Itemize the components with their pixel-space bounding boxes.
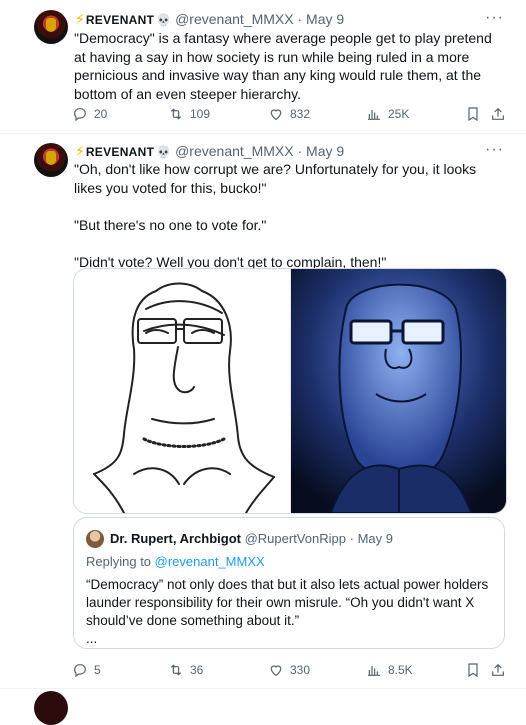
reply-count: 5 <box>94 663 101 677</box>
display-name[interactable]: REVENANT <box>86 145 154 159</box>
views-icon <box>368 666 380 676</box>
reply-button[interactable]: 20 <box>72 106 107 122</box>
like-icon <box>270 109 282 121</box>
tweet-text: "Democracy" is a fantasy where average p… <box>74 30 496 102</box>
avatar[interactable] <box>86 530 104 548</box>
tweet[interactable]: ⚡REVENANT 💀 @revenant_MMXX · May 9 ··· "D… <box>0 0 526 133</box>
views-icon <box>368 110 380 120</box>
quoted-tweet[interactable]: Dr. Rupert, Archbigot @RupertVonRipp · M… <box>73 517 505 649</box>
bookmark-icon <box>468 107 478 122</box>
tweet-date[interactable]: May 9 <box>358 531 393 546</box>
display-name[interactable]: Dr. Rupert, Archbigot <box>110 531 241 546</box>
divider <box>0 688 526 689</box>
like-button[interactable]: 832 <box>268 106 310 122</box>
replying-to: Replying to @revenant_MMXX <box>86 554 265 569</box>
like-icon <box>270 665 282 677</box>
like-count: 330 <box>290 663 311 677</box>
repost-count: 36 <box>190 663 204 677</box>
reply-icon <box>74 664 86 678</box>
bookmark-button[interactable] <box>465 106 481 122</box>
tweet-date[interactable]: May 9 <box>306 143 344 159</box>
handle[interactable]: @RupertVonRipp <box>245 531 346 546</box>
tweet-text: "Oh, don't like how corrupt we are? Unfo… <box>74 161 477 270</box>
action-bar: 20 109 832 25K <box>72 106 512 126</box>
avatar[interactable] <box>34 143 68 177</box>
skull-icon: 💀 <box>156 13 172 27</box>
lightning-icon: ⚡ <box>75 143 85 159</box>
quoted-tweet-header: Dr. Rupert, Archbigot @RupertVonRipp · M… <box>110 531 393 546</box>
reply-button[interactable]: 5 <box>72 662 101 678</box>
skull-icon: 💀 <box>156 145 172 159</box>
repost-button[interactable]: 109 <box>168 106 210 122</box>
repost-count: 109 <box>190 107 211 121</box>
repost-icon <box>170 664 182 676</box>
more-icon[interactable]: ··· <box>485 141 504 159</box>
bookmark-icon <box>468 663 478 678</box>
tweet-date[interactable]: May 9 <box>306 11 344 27</box>
like-count: 832 <box>290 107 311 121</box>
views-button[interactable]: 25K <box>366 106 409 122</box>
reply-icon <box>74 108 86 122</box>
lightning-icon: ⚡ <box>75 11 85 27</box>
views-count: 8.5K <box>388 663 413 677</box>
more-icon[interactable]: ··· <box>485 9 504 27</box>
views-count: 25K <box>388 107 410 121</box>
share-icon <box>492 663 504 676</box>
replying-to-link[interactable]: @revenant_MMXX <box>155 554 265 569</box>
bookmark-button[interactable] <box>465 662 481 678</box>
share-button[interactable] <box>490 106 506 122</box>
display-name[interactable]: REVENANT <box>86 13 154 27</box>
quoted-tweet-text: “Democracy” not only does that but it al… <box>86 577 489 646</box>
handle[interactable]: @revenant_MMXX <box>175 11 293 27</box>
meme-image-left[interactable] <box>74 269 291 513</box>
avatar[interactable] <box>34 10 68 44</box>
tweet-header: ⚡REVENANT 💀 @revenant_MMXX · May 9 <box>75 143 345 159</box>
wojak-sketch-image <box>93 282 275 513</box>
meme-image-right[interactable] <box>291 269 506 513</box>
like-button[interactable]: 330 <box>268 662 310 678</box>
views-button[interactable]: 8.5K <box>366 662 413 678</box>
tweet-header: ⚡REVENANT 💀 @revenant_MMXX · May 9 <box>75 11 345 27</box>
tweet-media[interactable] <box>73 268 507 514</box>
glowing-glasses-image <box>291 269 506 513</box>
reply-count: 20 <box>94 107 108 121</box>
avatar[interactable] <box>34 691 68 725</box>
repost-button[interactable]: 36 <box>168 662 203 678</box>
handle[interactable]: @revenant_MMXX <box>175 143 293 159</box>
repost-icon <box>170 108 182 120</box>
share-button[interactable] <box>490 662 506 678</box>
action-bar: 5 36 330 8.5K <box>72 662 512 682</box>
share-icon <box>492 107 504 120</box>
